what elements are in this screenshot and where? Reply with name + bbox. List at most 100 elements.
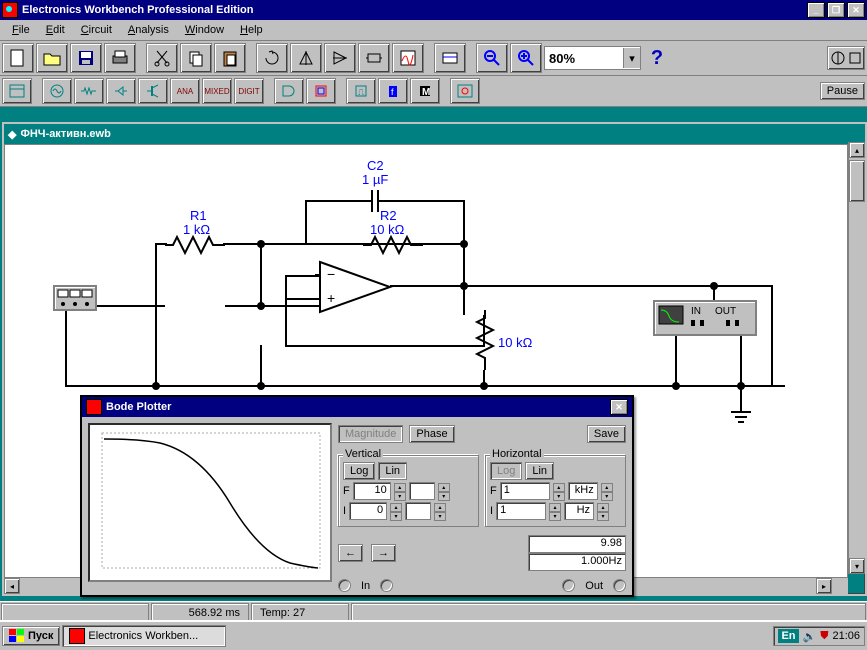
- bin-transistors[interactable]: [138, 78, 168, 104]
- scroll-thumb[interactable]: [849, 160, 865, 202]
- node: [737, 382, 745, 390]
- capacitor-c2[interactable]: [363, 190, 387, 212]
- resistor-r3[interactable]: [473, 310, 497, 370]
- h-f-field[interactable]: 1: [500, 482, 550, 500]
- bin-mixed-ics[interactable]: MIXED: [202, 78, 232, 104]
- v-i-field[interactable]: 0: [349, 502, 387, 520]
- bin-instruments[interactable]: [450, 78, 480, 104]
- bin-controls[interactable]: f: [378, 78, 408, 104]
- v-lin-button[interactable]: Lin: [378, 462, 407, 480]
- scroll-left-icon[interactable]: ◂: [4, 578, 20, 594]
- h-i-unit-spinner[interactable]: ▴▾: [597, 503, 609, 519]
- bin-basic[interactable]: [74, 78, 104, 104]
- h-i-field[interactable]: 1: [496, 502, 546, 520]
- in-plus-radio[interactable]: [338, 579, 351, 592]
- h-lin-button[interactable]: Lin: [525, 462, 554, 480]
- opamp[interactable]: − +: [315, 257, 395, 317]
- flip-h-button[interactable]: [290, 43, 322, 73]
- magnitude-button[interactable]: Magnitude: [338, 425, 403, 443]
- scroll-down-icon[interactable]: ▾: [849, 558, 865, 574]
- subcircuit-button[interactable]: [358, 43, 390, 73]
- language-indicator[interactable]: En: [778, 629, 798, 643]
- maximize-button[interactable]: ❐: [827, 2, 845, 18]
- bin-digital-ics[interactable]: DIGIT: [234, 78, 264, 104]
- wire: [305, 200, 307, 243]
- flip-v-button[interactable]: [324, 43, 356, 73]
- bin-sources[interactable]: [42, 78, 72, 104]
- menu-help[interactable]: Help: [232, 22, 271, 38]
- h-f-unit[interactable]: kHz: [568, 482, 598, 500]
- save-button[interactable]: Save: [587, 425, 626, 443]
- start-button[interactable]: Пуск: [2, 626, 60, 646]
- out-plus-radio[interactable]: [562, 579, 575, 592]
- v-f-unit[interactable]: [409, 482, 435, 500]
- bode-close-button[interactable]: ✕: [610, 399, 628, 415]
- minimize-button[interactable]: _: [807, 2, 825, 18]
- menu-edit[interactable]: Edit: [38, 22, 73, 38]
- analysis-graph-button[interactable]: [392, 43, 424, 73]
- in-minus-radio[interactable]: [380, 579, 393, 592]
- component-properties-button[interactable]: [434, 43, 466, 73]
- paste-button[interactable]: [214, 43, 246, 73]
- h-i-spinner[interactable]: ▴▾: [549, 503, 561, 519]
- bode-icon: [86, 399, 102, 415]
- bin-misc[interactable]: M: [410, 78, 440, 104]
- new-button[interactable]: [2, 43, 34, 73]
- bode-plot[interactable]: [88, 423, 332, 582]
- h-f-spinner[interactable]: ▴▾: [553, 483, 565, 499]
- volume-icon[interactable]: 🔊: [803, 630, 817, 643]
- menu-analysis[interactable]: Analysis: [120, 22, 177, 38]
- v-i-unit-spinner[interactable]: ▴▾: [434, 503, 446, 519]
- h-i-unit[interactable]: Hz: [564, 502, 594, 520]
- rotate-button[interactable]: [256, 43, 288, 73]
- bin-diodes[interactable]: [106, 78, 136, 104]
- zoom-dropdown-icon[interactable]: ▾: [623, 48, 640, 68]
- out-minus-radio[interactable]: [613, 579, 626, 592]
- svg-text:+: +: [327, 290, 335, 306]
- menu-window[interactable]: Window: [177, 22, 232, 38]
- zoom-select[interactable]: ▾: [544, 46, 641, 70]
- zoom-out-button[interactable]: [476, 43, 508, 73]
- v-log-button[interactable]: Log: [343, 462, 375, 480]
- svg-text:M: M: [422, 87, 430, 98]
- zoom-in-button[interactable]: [510, 43, 542, 73]
- cursor-left-button[interactable]: ←: [338, 544, 363, 562]
- copy-button[interactable]: [180, 43, 212, 73]
- menu-file[interactable]: FFileile: [4, 22, 38, 38]
- clock[interactable]: 21:06: [832, 630, 860, 642]
- v-f-unit-spinner[interactable]: ▴▾: [438, 483, 450, 499]
- shield-icon[interactable]: ⛊: [820, 630, 828, 643]
- scroll-up-icon[interactable]: ▴: [849, 142, 865, 158]
- bode-titlebar[interactable]: Bode Plotter ✕: [82, 397, 632, 417]
- ground-symbol[interactable]: [729, 408, 753, 426]
- open-button[interactable]: [36, 43, 68, 73]
- bin-indicators[interactable]: ⎍: [346, 78, 376, 104]
- phase-button[interactable]: Phase: [409, 425, 454, 443]
- vertical-scrollbar[interactable]: ▴ ▾: [848, 142, 865, 574]
- zoom-input[interactable]: [545, 50, 623, 67]
- scroll-right-icon[interactable]: ▸: [816, 578, 832, 594]
- bin-digital[interactable]: [306, 78, 336, 104]
- taskbar-app-button[interactable]: Electronics Workben...: [62, 625, 226, 647]
- bin-favorites[interactable]: [2, 78, 32, 104]
- simulate-switch[interactable]: [827, 46, 865, 70]
- v-i-spinner[interactable]: ▴▾: [390, 503, 402, 519]
- h-f-unit-spinner[interactable]: ▴▾: [601, 483, 613, 499]
- help-button[interactable]: ?: [643, 44, 671, 72]
- bode-instrument[interactable]: IN OUT: [653, 300, 757, 336]
- pause-button[interactable]: Pause: [820, 82, 865, 100]
- document-icon: ◆: [8, 128, 16, 141]
- function-generator[interactable]: [53, 285, 97, 311]
- h-log-button[interactable]: Log: [490, 462, 522, 480]
- close-button[interactable]: ✕: [847, 2, 865, 18]
- print-button[interactable]: [104, 43, 136, 73]
- v-i-unit[interactable]: [405, 502, 431, 520]
- v-f-field[interactable]: 10: [353, 482, 391, 500]
- cut-button[interactable]: [146, 43, 178, 73]
- cursor-right-button[interactable]: →: [371, 544, 396, 562]
- menu-circuit[interactable]: Circuit: [73, 22, 120, 38]
- save-button[interactable]: [70, 43, 102, 73]
- v-f-spinner[interactable]: ▴▾: [394, 483, 406, 499]
- bin-logic-gates[interactable]: [274, 78, 304, 104]
- bin-analog-ics[interactable]: ANA: [170, 78, 200, 104]
